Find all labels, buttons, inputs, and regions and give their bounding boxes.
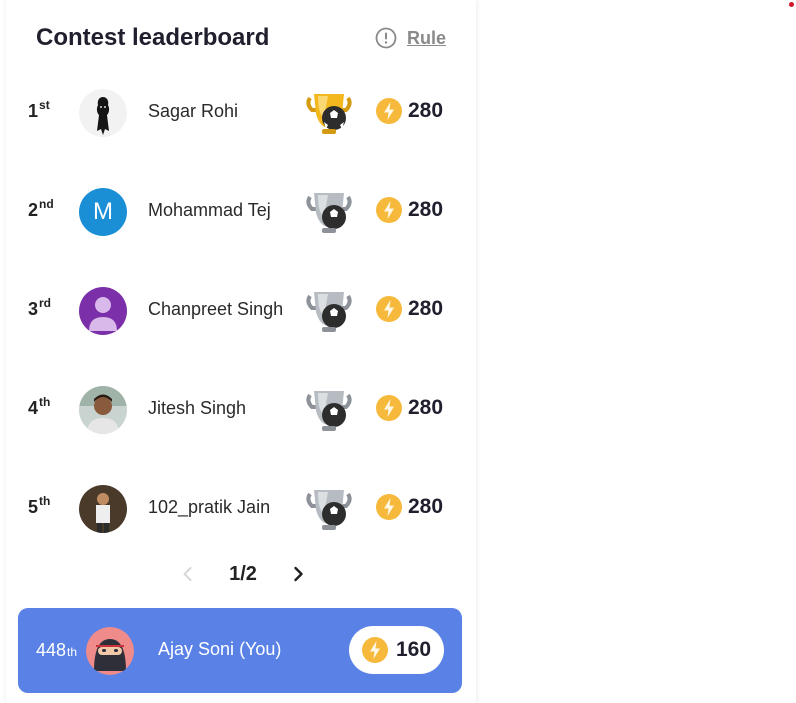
- rank-label: 1st: [28, 98, 50, 121]
- points-value: 280: [408, 99, 444, 122]
- chevron-right-icon[interactable]: [288, 564, 308, 584]
- avatar: [79, 386, 127, 434]
- leaderboard-row: 2nd M Mohammad Tej 280: [28, 187, 448, 237]
- player-name: Jitesh Singh: [148, 398, 247, 418]
- avatar: [79, 89, 127, 137]
- player-name: 102_pratik Jain: [148, 497, 271, 517]
- current-user-rank: 448th: [36, 640, 78, 660]
- rank-label: 4th: [28, 395, 51, 418]
- leaderboard-card: Contest leaderboard Rule 1st Sagar Rohi: [6, 0, 476, 703]
- player-name: Chanpreet Singh: [148, 299, 284, 319]
- bolt-icon: [376, 494, 402, 520]
- silver-trophy-icon: [304, 385, 354, 435]
- bolt-icon: [376, 395, 402, 421]
- silver-trophy-icon: [304, 286, 354, 336]
- points-value: 280: [408, 297, 444, 320]
- rank-label: 3rd: [28, 296, 52, 319]
- avatar-letter: M: [93, 198, 113, 225]
- info-icon: [375, 27, 397, 49]
- rank-label: 2nd: [28, 197, 54, 220]
- leaderboard-row: 5th 102_pratik Jain 280: [28, 484, 448, 534]
- points-display: 280: [376, 98, 443, 124]
- rank-label: 5th: [28, 494, 51, 517]
- player-name: Mohammad Tej: [148, 200, 271, 220]
- points-display: 280: [376, 494, 443, 520]
- rule-label: Rule: [406, 27, 446, 48]
- points-display: 280: [376, 395, 443, 421]
- current-user-row: 448th Ajay Soni (You) 160: [18, 608, 462, 693]
- points-display: 280: [376, 197, 443, 223]
- leaderboard-row: 4th Jitesh Singh 280: [28, 385, 448, 435]
- player-name: Sagar Rohi: [148, 101, 239, 121]
- avatar: M: [79, 188, 127, 236]
- bolt-icon: [361, 637, 388, 663]
- chevron-left-icon[interactable]: [178, 564, 198, 584]
- points-value: 280: [408, 396, 444, 419]
- page-indicator: 1/2: [229, 562, 257, 585]
- avatar: [86, 627, 134, 675]
- leaderboard-row: 3rd Chanpreet Singh 280: [28, 286, 448, 336]
- avatar: [79, 485, 127, 533]
- silver-trophy-icon: [304, 484, 354, 534]
- bolt-icon: [376, 296, 402, 322]
- page-title: Contest leaderboard: [36, 24, 270, 51]
- silver-trophy-icon: [304, 187, 354, 237]
- avatar: [79, 287, 127, 335]
- points-display: 160: [349, 626, 444, 674]
- points-value: 280: [408, 495, 444, 518]
- current-user-name: Ajay Soni (You): [158, 639, 282, 659]
- points-value: 280: [408, 198, 444, 221]
- gold-trophy-icon: [304, 88, 354, 138]
- bolt-icon: [376, 98, 402, 124]
- bolt-icon: [376, 197, 402, 223]
- leaderboard-header: Contest leaderboard Rule: [36, 24, 446, 54]
- pagination: 1/2: [178, 560, 308, 588]
- rule-link[interactable]: Rule: [375, 27, 446, 49]
- points-display: 280: [376, 296, 443, 322]
- points-value: 160: [395, 638, 432, 661]
- notification-dot: [789, 2, 794, 7]
- leaderboard-row: 1st Sagar Rohi 280: [28, 88, 448, 138]
